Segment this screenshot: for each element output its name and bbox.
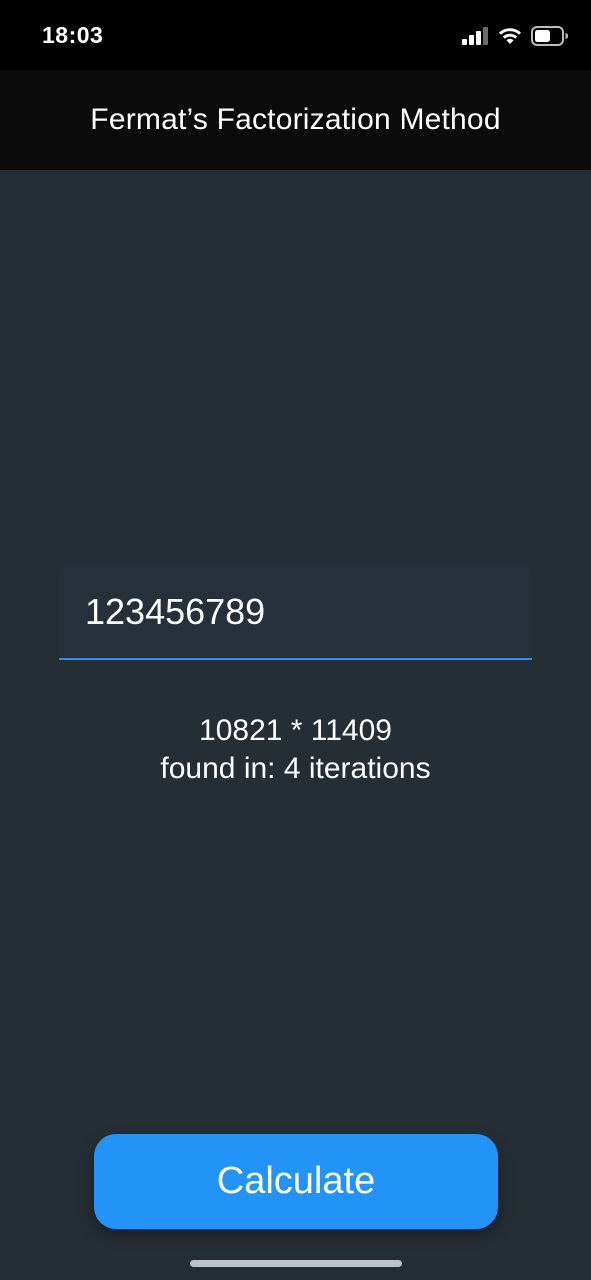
app-header: Fermat’s Factorization Method bbox=[0, 70, 591, 170]
status-icons bbox=[462, 24, 569, 48]
result-iterations: found in: 4 iterations bbox=[160, 752, 431, 785]
calculate-button[interactable]: Calculate bbox=[94, 1134, 498, 1229]
cellular-signal-icon bbox=[462, 27, 488, 45]
number-field[interactable] bbox=[59, 565, 532, 660]
wifi-icon bbox=[499, 28, 521, 44]
status-time: 18:03 bbox=[42, 22, 104, 48]
page-title: Fermat’s Factorization Method bbox=[90, 103, 501, 136]
battery-icon bbox=[531, 26, 568, 46]
result-factors: 10821 * 11409 bbox=[199, 714, 392, 747]
home-indicator bbox=[190, 1260, 402, 1267]
result-block: 10821 * 11409 found in: 4 iterations bbox=[0, 712, 591, 788]
app-screen: 18:03 Fermat’s Factorization Method 1234… bbox=[0, 0, 591, 1280]
number-input[interactable] bbox=[85, 587, 505, 637]
status-bar: 18:03 bbox=[0, 0, 591, 70]
